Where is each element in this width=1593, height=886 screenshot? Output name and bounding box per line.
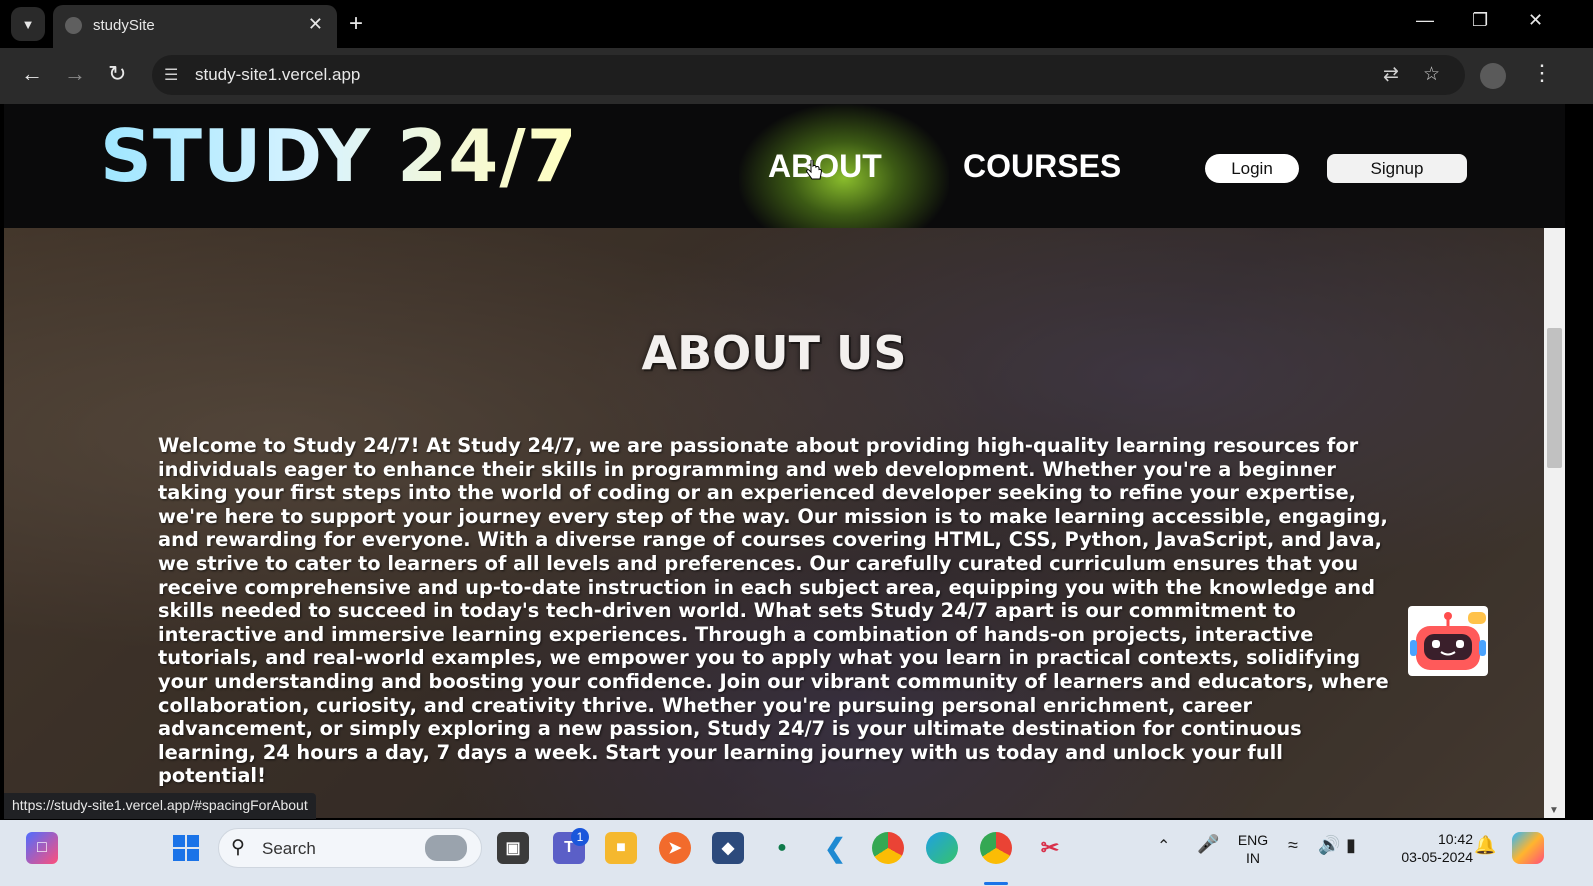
website-viewport: STUDY 24/7 ABOUT COURSES Login Signup AB… [4,104,1565,818]
compass-app-icon[interactable]: ➤ [659,832,691,864]
url-text[interactable]: study-site1.vercel.app [195,65,360,85]
site-logo[interactable]: STUDY 24/7 [100,114,578,198]
forward-icon[interactable]: → [64,61,86,87]
file-explorer-icon[interactable]: ■ [605,832,637,864]
page-scrollbar[interactable]: ▼ [1544,228,1565,818]
copilot-widget-icon[interactable]: □ [26,832,58,864]
menu-kebab-icon[interactable]: ⋮ [1531,60,1553,86]
volume-icon[interactable]: 🔊 [1318,835,1340,856]
search-highlight-icon [425,835,467,861]
vscode-icon[interactable]: ❮ [819,832,851,864]
signup-button[interactable]: Signup [1327,154,1467,183]
language-region: IN [1246,850,1260,866]
login-button[interactable]: Login [1205,154,1299,183]
chrome-icon[interactable] [872,832,904,864]
tab-search-button[interactable]: ▼ [11,7,45,41]
clock-date: 03-05-2024 [1401,849,1473,865]
close-window-icon[interactable]: ✕ [1528,10,1543,31]
task-view-icon[interactable]: ▣ [497,832,529,864]
site-info-icon[interactable]: ☰ [164,65,178,85]
input-language-indicator[interactable]: ENG IN [1232,831,1274,867]
windows-start-icon[interactable] [170,832,202,864]
scrollbar-thumb[interactable] [1547,328,1562,468]
browser-tab[interactable]: studySite ✕ [53,5,337,48]
windows-taskbar: □ ⚲ Search ▣ T 1 ■ ➤ ◆ ● ❮ ✂ ⌃ 🎤 ENG IN … [0,820,1593,886]
taskbar-search[interactable]: ⚲ Search [218,828,482,868]
chevron-up-icon[interactable]: ⌃ [1157,836,1170,856]
browser-toolbar: ← → ↻ ☰ study-site1.vercel.app ⇄ ☆ ⋮ [0,48,1593,104]
back-icon[interactable]: ← [21,61,43,87]
notification-bell-icon[interactable]: 🔔 [1474,835,1496,856]
hand-cursor-icon [806,160,822,180]
scroll-down-arrow-icon[interactable]: ▼ [1549,805,1559,816]
wifi-icon[interactable]: ≈ [1288,835,1298,856]
globe-icon [65,17,82,34]
search-icon: ⚲ [231,837,245,858]
about-heading: ABOUT US [641,326,907,380]
language-code: ENG [1237,832,1269,848]
edge-icon[interactable] [926,832,958,864]
new-tab-button[interactable]: + [349,10,363,38]
minimize-icon[interactable]: — [1416,10,1434,31]
robot-icon [1410,612,1486,670]
about-paragraph: Welcome to Study 24/7! At Study 24/7, we… [158,434,1389,788]
profile-avatar[interactable] [1480,63,1506,89]
about-section: ABOUT US Welcome to Study 24/7! At Study… [4,228,1544,818]
nav-about-link[interactable]: ABOUT [768,148,882,185]
teams-notification-badge: 1 [571,828,589,846]
chatbot-widget[interactable] [1408,606,1488,676]
reload-icon[interactable]: ↻ [108,61,126,87]
nav-courses-link[interactable]: COURSES [963,148,1121,185]
clock[interactable]: 10:42 03-05-2024 [1383,830,1473,866]
link-status-bubble: https://study-site1.vercel.app/#spacingF… [4,793,316,819]
browser-tab-strip: ▼ studySite ✕ + — ❐ ✕ [0,0,1593,48]
clock-time: 10:42 [1437,831,1473,847]
taskbar-search-label: Search [262,839,316,858]
address-bar[interactable]: ☰ study-site1.vercel.app ⇄ ☆ [152,55,1465,95]
chrome-active-icon[interactable] [980,832,1012,864]
app-icon[interactable]: ◆ [712,832,744,864]
copilot-icon[interactable] [1512,832,1544,864]
translate-icon[interactable]: ⇄ [1383,63,1399,86]
restore-icon[interactable]: ❐ [1472,10,1488,31]
bookmark-star-icon[interactable]: ☆ [1423,63,1440,86]
tab-title: studySite [93,17,155,34]
close-tab-icon[interactable]: ✕ [308,14,323,35]
battery-icon[interactable]: ▮ [1346,835,1356,856]
snipping-tool-icon[interactable]: ✂ [1034,832,1066,864]
site-header: STUDY 24/7 ABOUT COURSES Login Signup [4,104,1565,228]
active-app-indicator [984,882,1008,885]
microphone-icon[interactable]: 🎤 [1197,834,1219,855]
mongodb-icon[interactable]: ● [766,832,798,864]
